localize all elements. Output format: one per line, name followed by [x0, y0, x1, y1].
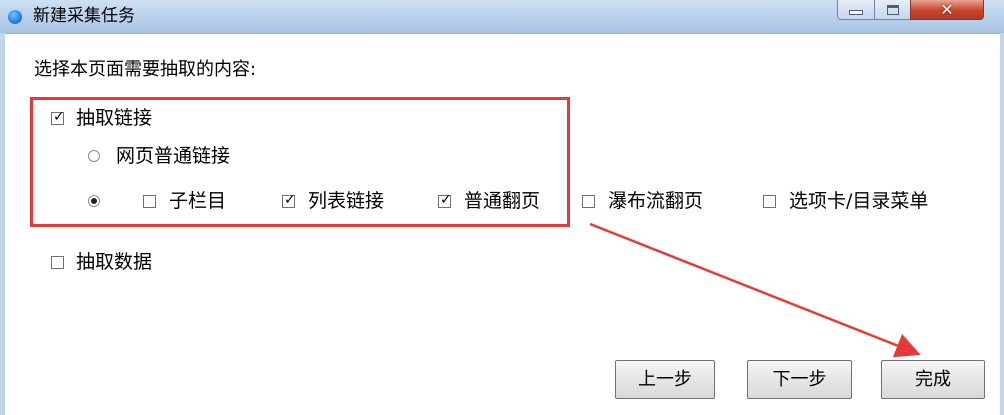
annotation-arrow-icon — [589, 222, 921, 358]
prev-step-button[interactable]: 上一步 — [615, 360, 715, 399]
finish-button[interactable]: 完成 — [881, 360, 985, 399]
next-step-button[interactable]: 下一步 — [747, 360, 852, 399]
